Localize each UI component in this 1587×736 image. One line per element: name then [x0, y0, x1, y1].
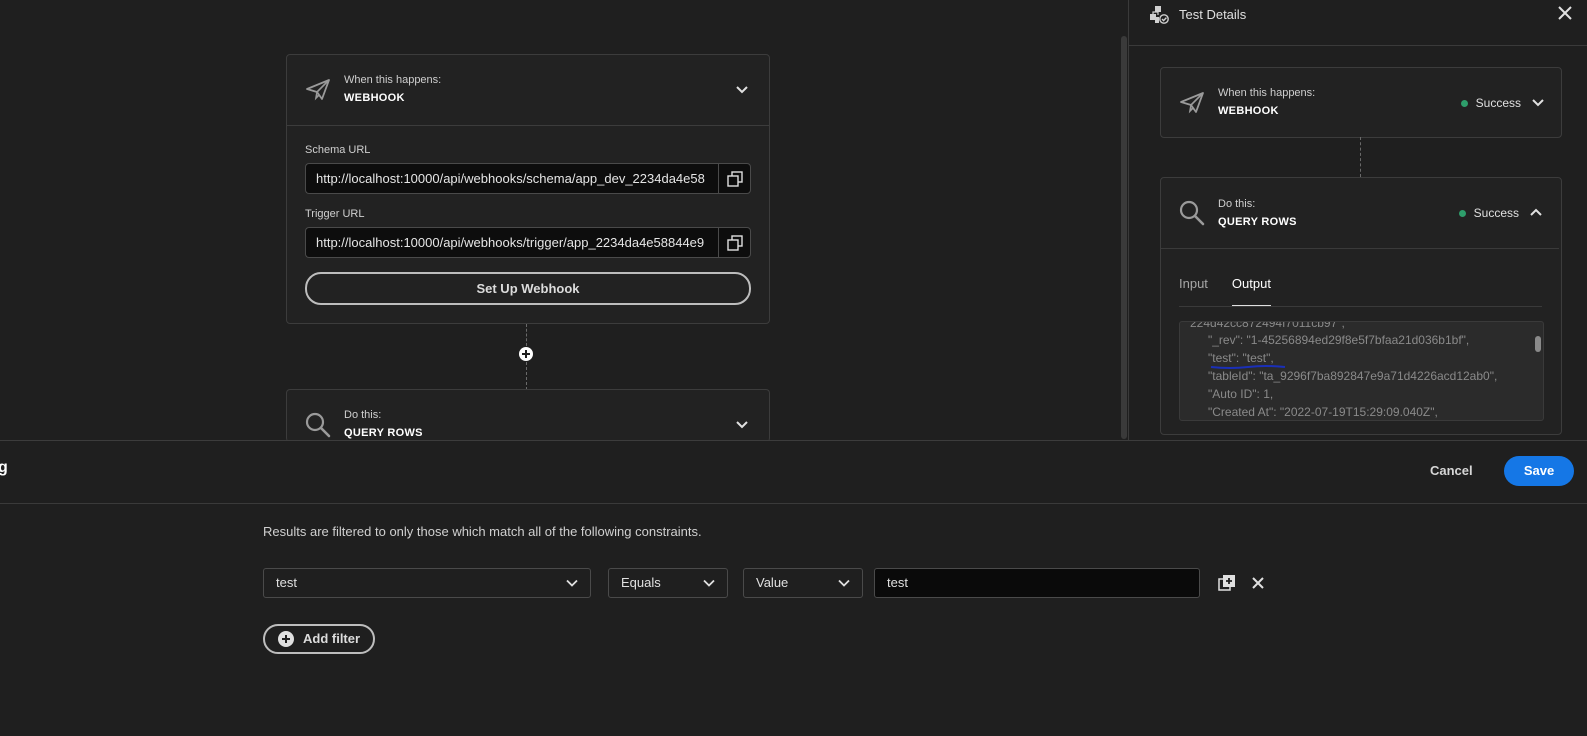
- copy-icon: [726, 170, 743, 187]
- flow-check-icon: [1150, 6, 1169, 24]
- query-rows-step-name: QUERY ROWS: [344, 427, 423, 439]
- test-query-rows-caption: Do this:: [1218, 198, 1256, 210]
- test-details-panel: Test Details When this happens: WEBHOOK …: [1128, 0, 1587, 440]
- add-step-icon[interactable]: [519, 347, 533, 361]
- query-rows-step-header[interactable]: Do this: QUERY ROWS: [287, 390, 769, 442]
- add-filter-button[interactable]: Add filter: [263, 624, 375, 654]
- test-details-header: Test Details: [1129, 0, 1587, 46]
- test-query-rows-step[interactable]: Do this: QUERY ROWS Success Input Output…: [1160, 177, 1562, 435]
- query-rows-step-card[interactable]: Do this: QUERY ROWS: [286, 389, 770, 442]
- output-json-viewer[interactable]: 224d42cc872494f7011cb97", "_rev": "1-452…: [1179, 321, 1544, 421]
- output-line: 224d42cc872494f7011cb97",: [1190, 321, 1345, 330]
- trigger-status-badge: Success: [1460, 96, 1521, 110]
- save-button[interactable]: Save: [1504, 456, 1574, 486]
- tab-input[interactable]: Input: [1179, 276, 1208, 307]
- schema-url-label: Schema URL: [305, 144, 371, 156]
- cancel-button[interactable]: Cancel: [1430, 463, 1473, 478]
- chevron-down-icon: [703, 579, 715, 587]
- search-icon: [1179, 200, 1205, 226]
- set-up-webhook-button[interactable]: Set Up Webhook: [305, 272, 751, 305]
- step-connector: [526, 362, 527, 390]
- search-icon: [305, 412, 331, 438]
- query-rows-status-text: Success: [1473, 206, 1519, 220]
- trigger-url-row: http://localhost:10000/api/webhooks/trig…: [305, 227, 751, 258]
- chevron-down-icon: [566, 579, 578, 587]
- test-trigger-step[interactable]: When this happens: WEBHOOK Success: [1160, 67, 1562, 138]
- query-rows-step-caption: Do this:: [344, 409, 382, 421]
- chevron-down-icon: [838, 579, 850, 587]
- filter-value-type-select[interactable]: Value: [743, 568, 863, 598]
- filter-operator-select[interactable]: Equals: [608, 568, 728, 598]
- copy-trigger-url-button[interactable]: [718, 227, 751, 258]
- annotation-underline: [1210, 365, 1286, 369]
- tab-output[interactable]: Output: [1231, 276, 1271, 307]
- modal-title: g: [0, 459, 8, 476]
- copy-icon: [726, 234, 743, 251]
- test-trigger-name: WEBHOOK: [1218, 105, 1279, 117]
- close-icon[interactable]: [1558, 6, 1572, 20]
- test-query-rows-header[interactable]: Do this: QUERY ROWS Success: [1161, 178, 1559, 249]
- filter-value-type-value: Value: [756, 575, 789, 590]
- output-scrollbar[interactable]: [1535, 336, 1541, 352]
- trigger-url-field[interactable]: http://localhost:10000/api/webhooks/trig…: [305, 227, 718, 258]
- chevron-up-icon[interactable]: [1529, 205, 1543, 219]
- paper-plane-icon: [306, 79, 330, 101]
- filter-help-text: Results are filtered to only those which…: [263, 524, 702, 539]
- filter-operator-value: Equals: [621, 575, 661, 590]
- add-filter-label: Add filter: [303, 631, 361, 646]
- chevron-down-icon[interactable]: [735, 418, 749, 432]
- trigger-step-header[interactable]: When this happens: WEBHOOK: [287, 55, 769, 125]
- schema-url-field[interactable]: http://localhost:10000/api/webhooks/sche…: [305, 163, 718, 194]
- test-tabs: Input Output: [1179, 276, 1271, 307]
- step-connector: [526, 324, 527, 346]
- output-line: "_rev": "1-45256894ed29f8e5f7bfaa21d036b…: [1208, 333, 1470, 347]
- test-details-title: Test Details: [1179, 7, 1247, 22]
- plus-circle-icon: [278, 631, 294, 647]
- trigger-step-caption: When this happens:: [344, 74, 442, 86]
- trigger-step-body: Schema URL http://localhost:10000/api/we…: [287, 125, 769, 323]
- filter-field-value: test: [276, 575, 297, 590]
- tabs-divider: [1179, 306, 1542, 307]
- output-line: "tableId": "ta_9296f7ba892847e9a71d4226a…: [1208, 369, 1498, 383]
- query-rows-status-badge: Success: [1458, 206, 1519, 220]
- success-dot-icon: [1458, 210, 1466, 218]
- chevron-down-icon[interactable]: [1531, 96, 1545, 110]
- filter-field-select[interactable]: test: [263, 568, 591, 598]
- filter-modal: g Cancel Save Results are filtered to on…: [0, 440, 1587, 736]
- success-dot-icon: [1460, 100, 1468, 108]
- schema-url-row: http://localhost:10000/api/webhooks/sche…: [305, 163, 751, 194]
- trigger-step-card[interactable]: When this happens: WEBHOOK Schema URL ht…: [286, 54, 770, 324]
- close-icon[interactable]: [1249, 574, 1267, 592]
- paper-plane-icon: [1180, 92, 1204, 114]
- filter-value-input[interactable]: test: [874, 568, 1200, 598]
- copy-schema-url-button[interactable]: [718, 163, 751, 194]
- filter-modal-header: g Cancel Save: [0, 441, 1587, 504]
- output-line: "Created At": "2022-07-19T15:29:09.040Z"…: [1208, 405, 1438, 419]
- test-trigger-caption: When this happens:: [1218, 87, 1316, 99]
- output-line: "test": "test",: [1208, 351, 1274, 365]
- trigger-status-text: Success: [1475, 96, 1521, 110]
- canvas-scrollbar[interactable]: [1121, 36, 1127, 439]
- test-query-rows-name: QUERY ROWS: [1218, 216, 1297, 228]
- output-line: "Auto ID": 1,: [1208, 387, 1274, 401]
- test-output-section: Input Output 224d42cc872494f7011cb97", "…: [1161, 249, 1559, 432]
- trigger-step-name: WEBHOOK: [344, 92, 405, 104]
- trigger-url-label: Trigger URL: [305, 208, 365, 220]
- step-connector: [1360, 137, 1361, 177]
- duplicate-icon[interactable]: [1218, 574, 1236, 592]
- chevron-down-icon[interactable]: [735, 83, 749, 97]
